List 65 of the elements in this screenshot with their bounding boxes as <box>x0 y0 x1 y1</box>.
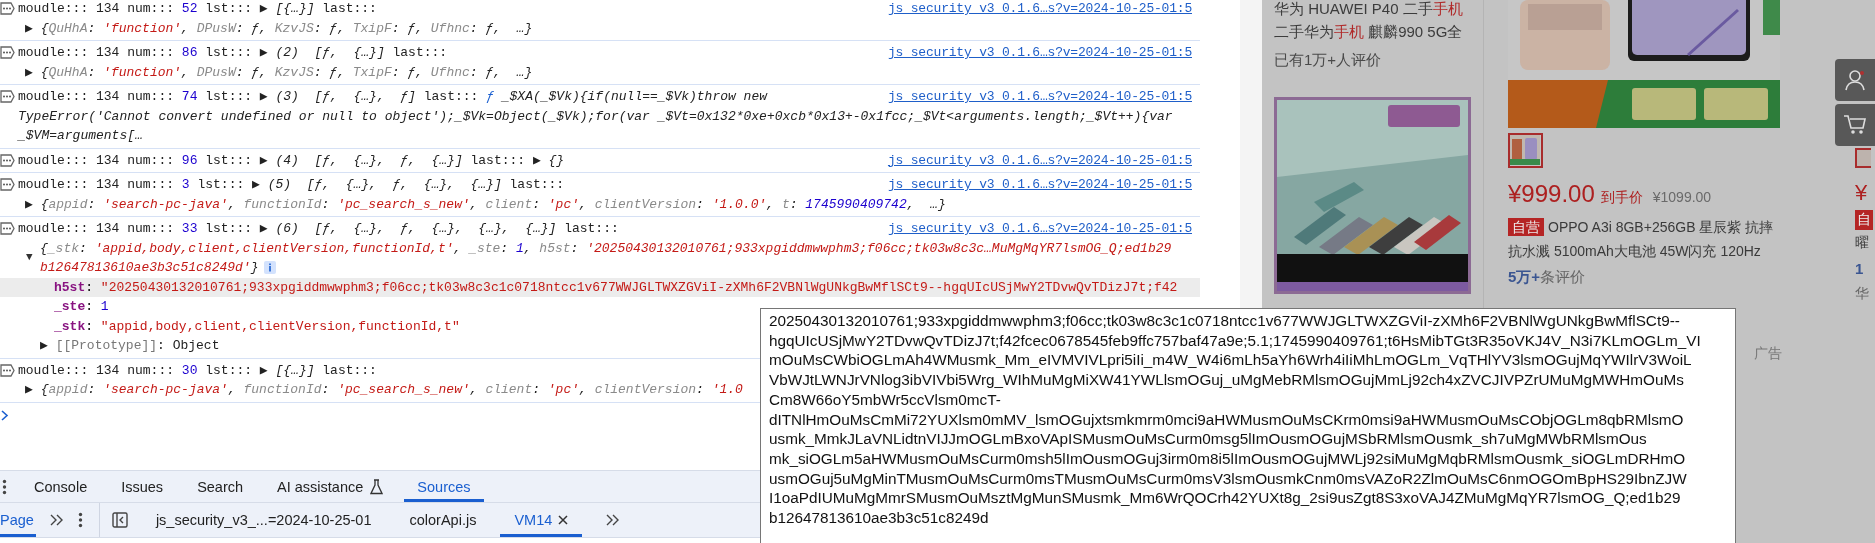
user-button[interactable] <box>1835 59 1875 101</box>
navigator-tab[interactable]: Page <box>0 503 36 537</box>
log-message: _$VM=arguments[… <box>18 127 143 145</box>
source-link[interactable]: js_security_v3_0.1.6…s?v=2024-10-25-01:5 <box>887 0 1192 19</box>
review-label: 条评价 <box>1540 268 1586 285</box>
source-link[interactable]: js_security_v3_0.1.6…s?v=2024-10-25-01:5 <box>887 150 1192 170</box>
object-preview: b12647813610ae3b3c51c8249d'} <box>40 259 259 277</box>
price: ¥999.00 <box>1508 180 1595 208</box>
log-message: moudle::: 134 num::: 30 lst::: ▶ [{…}] last::: <box>18 361 377 380</box>
file-tab[interactable]: colorApi.js <box>395 503 491 537</box>
flask-icon <box>370 479 384 495</box>
price: ¥ <box>1855 180 1868 206</box>
log-message: moudle::: 134 num::: 74 lst::: ▶ (3) [ƒ, {…}, ƒ] last::: ƒ _$XA(_$Vk){if(null==_$Vk)throw new <box>18 88 767 106</box>
file-tab[interactable]: js_security_v3_...=2024-10-25-01 <box>141 503 386 537</box>
source-link[interactable]: js_security_v3_0.1.6…s?v=2024-10-25-01:5 <box>887 43 1192 63</box>
original-price: ¥1099.00 <box>1652 189 1712 205</box>
panel-tab[interactable]: Console <box>21 471 101 502</box>
review-count[interactable]: 1 <box>1855 260 1864 277</box>
product-title[interactable]: 二手华为手机 麒麟990 5G全 <box>1274 20 1471 43</box>
product-title[interactable]: 华为 HUAWEI P40 二手手机 <box>1274 0 1471 20</box>
prompt-chevron-icon <box>1 410 9 421</box>
product-title[interactable]: OPPO A3i 8GB+256GB 星辰紫 抗摔 <box>1548 219 1774 235</box>
log-message: moudle::: 134 num::: 96 lst::: ▶ (4) [ƒ, {…}, ƒ, {…}] last::: ▶ {} <box>18 151 565 170</box>
product-title[interactable]: 曜 <box>1855 234 1869 252</box>
badge: 自营 <box>1508 218 1544 236</box>
close-icon[interactable] <box>558 515 569 525</box>
ad-label: 广告 <box>1754 345 1782 363</box>
user-icon <box>1844 69 1866 91</box>
sidebar-toggle-icon[interactable] <box>111 512 128 528</box>
double-chevron-icon[interactable] <box>49 514 64 526</box>
log-message: moudle::: 134 num::: 3 lst::: ▶ (5) [ƒ, {…}, ƒ, {…}, {…}] last::: <box>18 176 565 194</box>
panel-tab[interactable]: AI assistance <box>264 471 397 502</box>
panel-tab[interactable]: Search <box>184 471 257 502</box>
more-options-icon[interactable] <box>2 478 7 495</box>
object-preview: ▶ {appid: 'search-pc-java', functionId: 'pc_search_s_new', client: 'pc', clientVersion: '1.0.0', t: 1745990409742, …} <box>25 195 946 214</box>
info-icon[interactable] <box>264 261 277 275</box>
panel-tab[interactable]: Issues <box>108 471 177 502</box>
prototype-line: ▶ [[Prototype]]: Object <box>40 337 220 355</box>
property-line: _ste: 1 <box>53 298 110 316</box>
review-count: 已有1万+人评价 <box>1274 51 1383 70</box>
more-options-icon[interactable] <box>77 512 83 528</box>
source-link[interactable]: js_security_v3_0.1.6…s?v=2024-10-25-01:5 <box>887 219 1192 239</box>
review-count[interactable]: 5万+ <box>1508 268 1541 285</box>
log-message: moudle::: 134 num::: 52 lst::: ▶ [{…}] last::: <box>18 0 377 18</box>
source-link[interactable]: js_security_v3_0.1.6…s?v=2024-10-25-01:5 <box>887 87 1192 107</box>
thumbnail[interactable] <box>1855 148 1871 168</box>
file-tab[interactable]: VM14 <box>500 503 583 537</box>
double-chevron-icon[interactable] <box>606 514 621 526</box>
object-preview: ▶ {QuHhA: 'function', DPusW: ƒ, KzvJS: ƒ, TxipF: ƒ, Ufhnc: ƒ, …} <box>25 63 533 82</box>
object-preview: {_stk: 'appid,body,client,clientVersion,functionId,t', _ste: 1, h5st: '20250430132010761;933xpgiddmwwphm3;f06cc;tk03w8c3c…MuMgMqYR7lsmOG_Q;ed1b29 <box>40 239 1172 258</box>
log-message: TypeError('Cannot convert undefined or null to object');_$Vk=Object(_$Vk);for(var _$Vt=0x132*0xe+0xcb*0x13+-0x1fcc;_$Vt<arguments.length;_$Vt++){var <box>18 107 1173 126</box>
thumbnail[interactable] <box>1508 133 1543 168</box>
cart-icon <box>1843 114 1867 136</box>
log-message: moudle::: 134 num::: 33 lst::: ▶ (6) [ƒ, {…}, ƒ, {…}, {…}, {…}] last::: <box>18 220 619 238</box>
cart-button[interactable] <box>1835 104 1875 146</box>
shop-name[interactable]: 华 <box>1855 285 1869 303</box>
tooltip-text: 20250430132010761;933xpgiddmwwphm3;f06cc;tk03w8c3c1c0718ntcc1v677WWJGLTWXZGViI-zXMh6F2VBNlWgUNkgBwMflSCt9-- hgqUIcUSjMwY2TDvwQvTDizJ7t;f42fcec0678545feb9ffc757baf47a9e;5.1;1745990409761;t6HsMibTGt3R35oVKJ4V_N3i7KLmOGLm_VI mOuMsCWbiOGLmAh4WMusmk_Mm_eIVMVIVLpri5iIi_m4W_W4i6mLh5aYh6Wrh4iIiMhLmOGLm_VqTHlYV3lsmOGujMqYWIlrV3WoiL VbWJtLWNJrVNlog3ibVIVbi5Wrg_WIhMuMgMiXW41YWLlsmOGuj_uMgMebRMlsmOGujMmLj92ch4xZVCJIVPZrUMuMgMWHmOuMs Cm8W66oY5mbWr5ccVlsm0mcT- dITNlHmOuMsCmMi72YUXlsm0mMV_lsmOGujxtsmkmrm0mci9aHWMusmOuMsCKrm0msi9aHWMusmOuMsCObjOGLm8qbRMlsmO usmk_MmkJLaVNLidtnVIJJmOGLmBxoVApISMusmOuMsCurm0msg5lImOusmOGujMSbRMlsmOusmk_sh7uMgMWbRMlsmOus mk_siOGLm5aHWMusmOuMsCurm0msh5lImOusmOGuj3irm0m8i5lImOusmOGujMWLj92siMuMgMqbRMlsmOusmk_siOGLmDRHmO usmOGuj5uMgMinTMusmOuMsCurm0msTMusmOuMsCurm0msV3lsmOusmkCnm0msVAZoR2ZlmOuMsC6nmOGOmBpHS29IbnZJW I1oaPdIUMuMgMmrSMusmOuMsztMgMunSMusmk_Mm6WrQOCrh42YUXt8g_2si9usZgt8S3xoVAJ4ZMuMgMqYR7lsmOG_Q;ed1b29 b12647813610ae3b3c51c8249d <box>769 311 1702 528</box>
log-message: moudle::: 134 num::: 86 lst::: ▶ (2) [ƒ, {…}] last::: <box>18 44 448 62</box>
product-title[interactable]: 抗水溅 5100mAh大电池 45W闪充 120Hz <box>1508 243 1761 259</box>
price-note: 到手价 <box>1600 189 1643 207</box>
collapse-toggle[interactable]: ▼ <box>26 248 40 268</box>
source-link[interactable]: js_security_v3_0.1.6…s?v=2024-10-25-01:5 <box>887 175 1192 195</box>
object-preview: ▶ {appid: 'search-pc-java', functionId: 'pc_search_s_new', client: 'pc', clientVersion: '1.0 <box>25 381 743 399</box>
badge: 自 <box>1855 210 1873 230</box>
object-preview: ▶ {QuHhA: 'function', DPusW: ƒ, KzvJS: ƒ, TxipF: ƒ, Ufhnc: ƒ, …} <box>25 19 533 38</box>
